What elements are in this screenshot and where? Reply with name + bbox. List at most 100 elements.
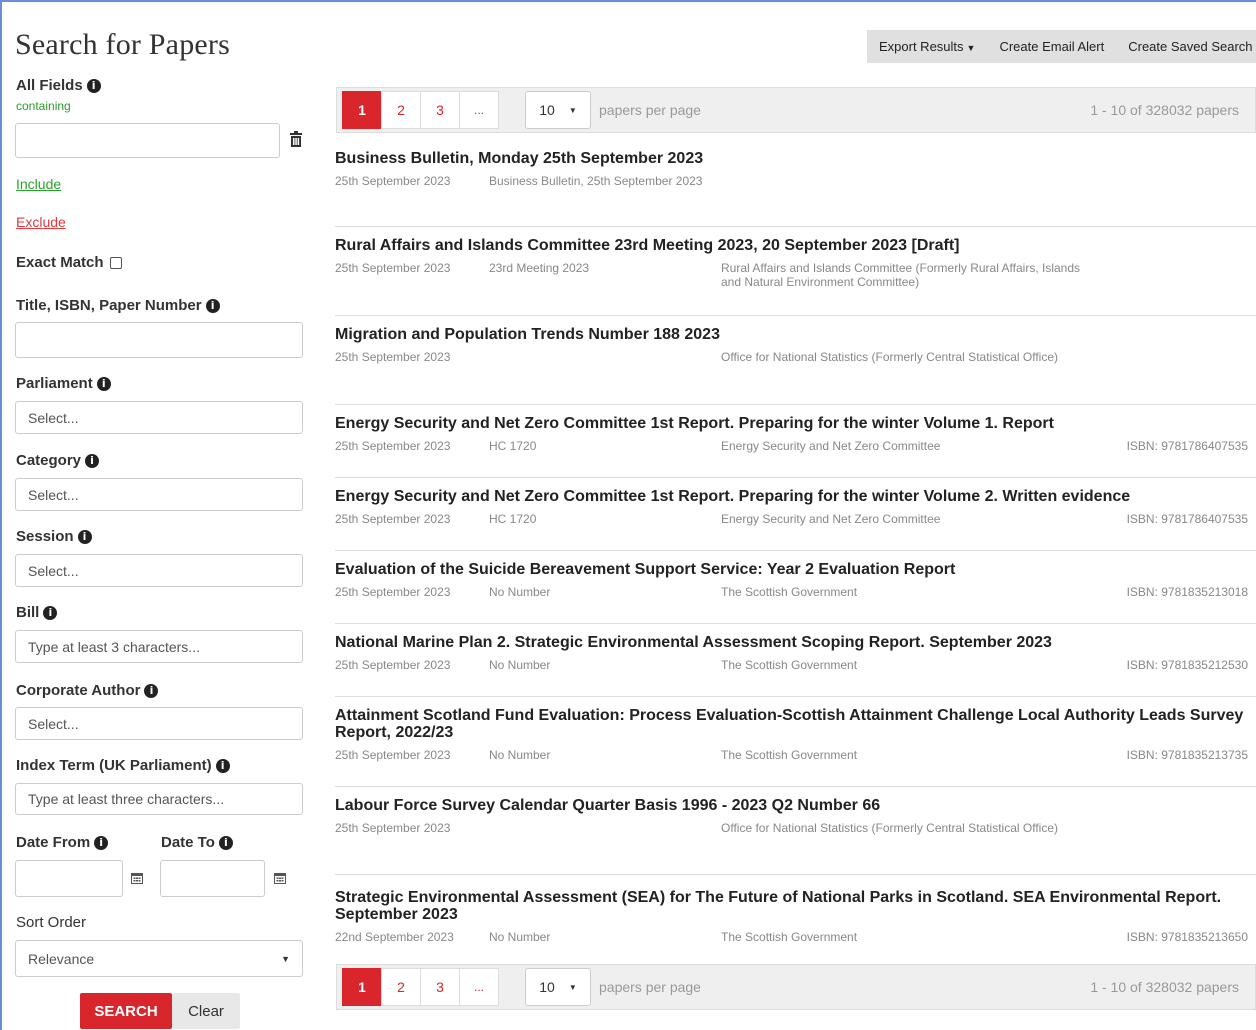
info-icon[interactable]: i: [94, 835, 109, 850]
date-from-input[interactable]: [15, 860, 123, 897]
exclude-link[interactable]: Exclude: [16, 214, 66, 230]
parliament-select[interactable]: Select...: [15, 401, 303, 434]
parliament-select-value: Select...: [28, 409, 79, 426]
index-term-input[interactable]: Type at least three characters...: [15, 783, 303, 815]
result-date: 25th September 2023: [335, 748, 451, 762]
category-select-value: Select...: [28, 486, 79, 503]
sort-order-value: Relevance: [28, 950, 95, 967]
bill-input-placeholder: Type at least 3 characters...: [28, 638, 200, 655]
parliament-label-text: Parliament: [16, 375, 93, 392]
session-label: Session i: [16, 528, 92, 545]
info-icon[interactable]: i: [144, 683, 159, 698]
date-to-label-text: Date To: [161, 834, 215, 851]
info-icon[interactable]: i: [205, 298, 220, 313]
bill-input[interactable]: Type at least 3 characters...: [15, 630, 303, 663]
page-link-1[interactable]: 1: [342, 968, 382, 1006]
result-author: Energy Security and Net Zero Committee: [721, 439, 941, 453]
clear-button[interactable]: Clear: [172, 993, 240, 1029]
result-title[interactable]: Evaluation of the Suicide Bereavement Su…: [335, 561, 1256, 578]
session-select[interactable]: Select...: [15, 554, 303, 587]
create-email-alert-button[interactable]: Create Email Alert: [987, 39, 1116, 54]
result-isbn: ISBN: 9781835213018: [1126, 585, 1248, 599]
date-to-label: Date To i: [161, 834, 233, 851]
page-link-more[interactable]: ...: [459, 968, 499, 1006]
result-item: Attainment Scotland Fund Evaluation: Pro…: [335, 697, 1256, 787]
result-date: 25th September 2023: [335, 350, 451, 364]
bill-label: Bill i: [16, 604, 58, 621]
result-author: Office for National Statistics (Formerly…: [721, 350, 1058, 364]
include-link[interactable]: Include: [16, 176, 61, 192]
result-date: 25th September 2023: [335, 261, 451, 275]
result-number: No Number: [489, 930, 551, 944]
result-title[interactable]: Energy Security and Net Zero Committee 1…: [335, 415, 1256, 432]
category-label-text: Category: [16, 452, 82, 469]
sort-order-select[interactable]: Relevance ▼: [15, 940, 303, 977]
caret-down-icon: ▼: [568, 982, 577, 992]
info-icon[interactable]: i: [218, 835, 233, 850]
per-page-select[interactable]: 10 ▼: [525, 968, 591, 1006]
index-term-label-text: Index Term (UK Parliament): [16, 757, 212, 774]
result-number: 23rd Meeting 2023: [489, 261, 590, 275]
info-icon[interactable]: i: [96, 376, 111, 391]
result-date: 25th September 2023: [335, 439, 451, 453]
result-number: No Number: [489, 585, 551, 599]
corporate-author-select[interactable]: Select...: [15, 707, 303, 740]
result-title[interactable]: Business Bulletin, Monday 25th September…: [335, 150, 1256, 167]
result-title[interactable]: Migration and Population Trends Number 1…: [335, 326, 1256, 343]
info-icon[interactable]: i: [215, 758, 230, 773]
page-link-3[interactable]: 3: [420, 968, 460, 1006]
pagination-top: 1 2 3 ... 10 ▼ papers per page 1 - 10 of …: [336, 87, 1256, 133]
exact-match-checkbox[interactable]: [109, 256, 122, 269]
per-page-select[interactable]: 10 ▼: [525, 91, 591, 129]
info-icon[interactable]: i: [86, 78, 101, 93]
session-label-text: Session: [16, 528, 74, 545]
result-author: Energy Security and Net Zero Committee: [721, 512, 941, 526]
page-link-2[interactable]: 2: [381, 91, 421, 129]
page-link-3[interactable]: 3: [420, 91, 460, 129]
result-date: 25th September 2023: [335, 174, 451, 188]
export-results-button[interactable]: Export Results ▼: [867, 39, 987, 54]
result-title[interactable]: Strategic Environmental Assessment (SEA)…: [335, 889, 1256, 923]
info-icon[interactable]: i: [85, 453, 100, 468]
result-number: Business Bulletin, 25th September 2023: [489, 174, 703, 188]
caret-down-icon: ▼: [568, 105, 577, 115]
result-date: 25th September 2023: [335, 821, 451, 835]
result-title[interactable]: Energy Security and Net Zero Committee 1…: [335, 488, 1256, 505]
trash-icon[interactable]: [289, 131, 303, 153]
results-range: 1 - 10 of 328032 papers: [1090, 979, 1239, 995]
create-saved-search-button[interactable]: Create Saved Search: [1116, 39, 1256, 54]
index-term-input-placeholder: Type at least three characters...: [28, 791, 225, 807]
sort-order-label: Sort Order: [16, 914, 87, 931]
category-select[interactable]: Select...: [15, 478, 303, 511]
export-results-label: Export Results: [879, 39, 964, 54]
page-link-more[interactable]: ...: [459, 91, 499, 129]
calendar-icon[interactable]: [122, 860, 152, 896]
page-link-1[interactable]: 1: [342, 91, 382, 129]
date-to-input[interactable]: [160, 860, 265, 897]
result-title[interactable]: Rural Affairs and Islands Committee 23rd…: [335, 237, 1256, 254]
result-title[interactable]: National Marine Plan 2. Strategic Enviro…: [335, 634, 1256, 651]
result-item: Evaluation of the Suicide Bereavement Su…: [335, 551, 1256, 624]
info-icon[interactable]: i: [77, 529, 92, 544]
result-item: Energy Security and Net Zero Committee 1…: [335, 478, 1256, 551]
date-from-label: Date From i: [16, 834, 109, 851]
title-isbn-input[interactable]: [15, 322, 303, 358]
result-number: No Number: [489, 748, 551, 762]
result-title[interactable]: Attainment Scotland Fund Evaluation: Pro…: [335, 707, 1256, 741]
search-button[interactable]: SEARCH: [80, 993, 172, 1029]
result-author: The Scottish Government: [721, 585, 858, 599]
result-author: The Scottish Government: [721, 930, 858, 944]
all-fields-input[interactable]: [15, 123, 280, 158]
result-isbn: ISBN: 9781835213650: [1126, 930, 1248, 944]
results-list: Business Bulletin, Monday 25th September…: [335, 140, 1256, 955]
per-page-value: 10: [539, 102, 555, 118]
result-date: 25th September 2023: [335, 512, 451, 526]
parliament-label: Parliament i: [16, 375, 111, 392]
per-page-value: 10: [539, 979, 555, 995]
window-border-top: [0, 0, 1256, 2]
info-icon[interactable]: i: [43, 605, 58, 620]
result-isbn: ISBN: 9781786407535: [1126, 439, 1248, 453]
calendar-icon[interactable]: [265, 860, 295, 896]
page-link-2[interactable]: 2: [381, 968, 421, 1006]
result-title[interactable]: Labour Force Survey Calendar Quarter Bas…: [335, 797, 1256, 814]
